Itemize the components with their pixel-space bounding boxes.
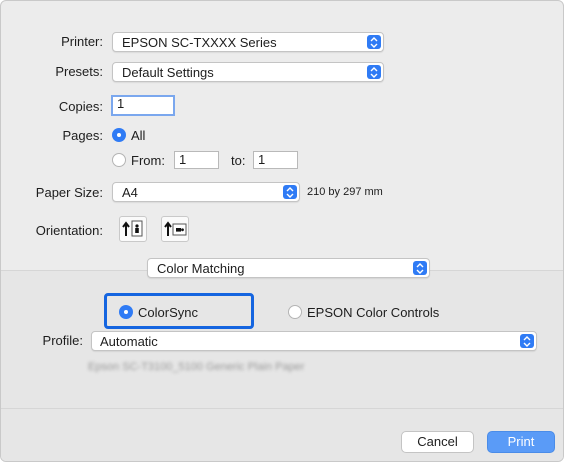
paper-size-value: A4 [122,185,138,200]
copies-field[interactable]: 1 [111,95,175,116]
presets-value: Default Settings [122,65,214,80]
paper-size-label: Paper Size: [35,185,103,200]
pages-all-radio[interactable] [112,128,126,142]
print-dialog: Printer: EPSON SC-TXXXX Series Presets: … [0,0,564,462]
profile-popup[interactable]: Automatic [91,331,537,351]
orientation-landscape-button[interactable] [161,216,189,242]
printer-label: Printer: [61,34,103,49]
chevron-updown-icon [367,35,381,49]
chevron-updown-icon [283,185,297,199]
divider [1,408,563,409]
to-label: to: [231,153,246,168]
epson-color-controls-radio[interactable] [288,305,302,319]
orientation-label: Orientation: [35,223,103,238]
paper-dimensions: 210 by 297 mm [307,186,383,198]
chevron-updown-icon [367,65,381,79]
profile-label: Profile: [42,333,83,348]
chevron-updown-icon [520,334,534,348]
presets-popup[interactable]: Default Settings [112,62,384,82]
print-button[interactable]: Print [487,431,555,453]
paper-size-popup[interactable]: A4 [112,182,300,202]
section-popup[interactable]: Color Matching [147,258,430,278]
copies-label: Copies: [58,99,103,114]
landscape-icon [164,221,187,236]
colorsync-highlight [104,293,254,329]
printer-value: EPSON SC-TXXXX Series [122,35,277,50]
portrait-icon [122,220,143,237]
pages-all-label: All [131,128,146,143]
epson-color-controls-label: EPSON Color Controls [307,305,440,320]
chevron-updown-icon [413,261,427,275]
pages-range-radio[interactable] [112,153,126,167]
pages-label: Pages: [62,128,103,143]
profile-value: Automatic [100,334,158,349]
presets-label: Presets: [55,64,103,79]
cancel-button[interactable]: Cancel [401,431,474,453]
from-label: From: [131,153,165,168]
from-field[interactable]: 1 [174,151,219,169]
profile-description: Epson SC-T3100_5100 Generic Plain Paper [88,361,305,373]
section-value: Color Matching [157,261,245,276]
orientation-portrait-button[interactable] [119,216,147,242]
printer-popup[interactable]: EPSON SC-TXXXX Series [112,32,384,52]
to-field[interactable]: 1 [253,151,298,169]
